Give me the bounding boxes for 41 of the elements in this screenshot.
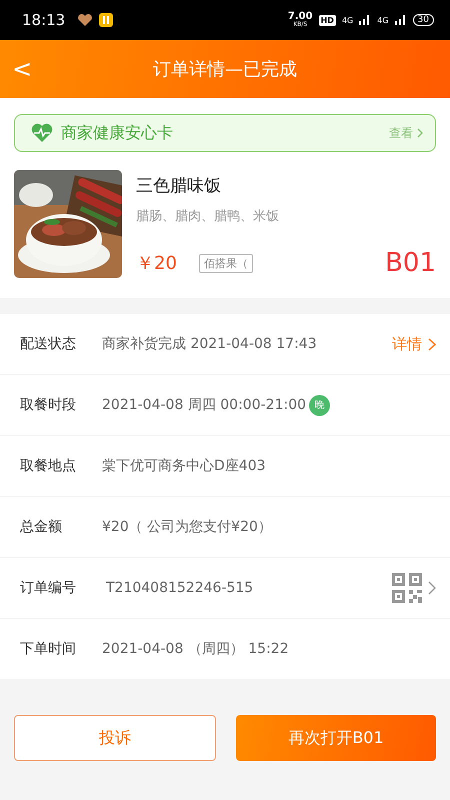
- network-type: 4G: [377, 16, 389, 24]
- complaint-button[interactable]: 投诉: [14, 715, 216, 761]
- field-label: 取餐地点: [20, 457, 77, 475]
- field-label: 取餐时段: [20, 396, 77, 414]
- clock: 18:13: [22, 11, 66, 29]
- hd-badge: HD: [318, 14, 336, 26]
- health-card[interactable]: 商家健康安心卡 查看: [14, 114, 436, 152]
- signal-icon: [394, 15, 407, 25]
- qr-code-icon: [392, 573, 422, 603]
- page-title: 订单详情—已完成: [152, 58, 298, 81]
- dish-name: 三色腊味饭: [136, 175, 222, 197]
- heart-icon: [77, 13, 94, 27]
- details-link[interactable]: 详情: [392, 334, 422, 354]
- network-speed: 7.00: [288, 12, 313, 22]
- battery-level: 30: [412, 14, 434, 26]
- view-link[interactable]: 查看: [389, 124, 413, 142]
- field-value: 棠下优可商务中心D座403: [102, 457, 266, 475]
- field-label: 订单编号: [20, 579, 77, 597]
- heart-pulse-icon: [31, 123, 53, 143]
- back-button[interactable]: <: [0, 55, 40, 83]
- pickup-code: B01: [385, 248, 436, 278]
- app-icon: [99, 13, 114, 27]
- field-label: 配送状态: [20, 335, 77, 353]
- field-value: T210408152246-515: [106, 580, 254, 596]
- field-label: 下单时间: [20, 640, 77, 658]
- field-value: 2021-04-08 （周四） 15:22: [102, 640, 289, 658]
- field-value: 商家补货完成 2021-04-08 17:43: [102, 335, 317, 353]
- field-value: ¥20（ 公司为您支付¥20）: [102, 518, 272, 536]
- price: ￥20: [136, 252, 177, 275]
- field-label: 总金额: [20, 518, 63, 536]
- ingredient-list: 腊肠、腊肉、腊鸭、米饭: [136, 207, 436, 225]
- card-title: 商家健康安心卡: [61, 122, 174, 144]
- shop-tag: 佰搭果（: [198, 254, 253, 272]
- chevron-right-icon: [428, 581, 436, 595]
- field-value: 2021-04-08 周四 00:00-21:00: [102, 396, 306, 414]
- signal-icon: [359, 15, 372, 25]
- evening-badge: 晚: [309, 394, 330, 416]
- reopen-button[interactable]: 再次打开B01: [236, 715, 436, 761]
- chevron-right-icon: [428, 338, 436, 350]
- chevron-right-icon: [417, 128, 423, 138]
- network-type: 4G: [342, 16, 354, 24]
